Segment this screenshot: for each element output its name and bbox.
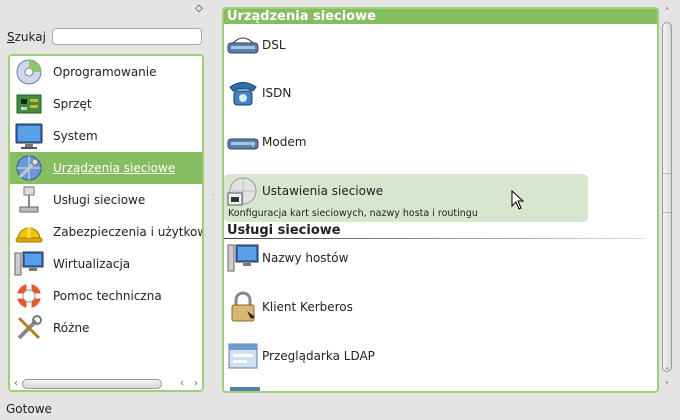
- scroll-grip: [663, 173, 671, 213]
- modem-icon: [227, 126, 259, 158]
- ldap-browser-icon: [227, 340, 259, 372]
- category-label: Pomoc techniczna: [53, 289, 162, 303]
- security-helmet-icon: [13, 217, 45, 247]
- category-label: Wirtualizacja: [53, 257, 131, 271]
- category-item-rozne[interactable]: Różne: [10, 312, 202, 344]
- category-list: Oprogramowanie Sprzęt System Urządzenia …: [8, 54, 204, 392]
- category-item-system[interactable]: System: [10, 120, 202, 152]
- module-label: Nazwy hostów: [262, 251, 349, 265]
- module-list: Urządzenia sieciowe DSL ISDN Modem Ustaw…: [222, 7, 659, 393]
- category-item-uslugi-sieciowe[interactable]: Usługi sieciowe: [10, 184, 202, 216]
- module-item-przegladarka-ldap[interactable]: Przeglądarka LDAP: [227, 332, 587, 380]
- category-item-zabezpieczenia[interactable]: Zabezpieczenia i użytkow: [10, 216, 202, 248]
- virtualization-icon: [13, 249, 45, 279]
- software-disc-icon: [13, 57, 45, 87]
- module-item-nazwy-hostow[interactable]: Nazwy hostów: [227, 234, 587, 282]
- monitor-icon: [13, 121, 45, 151]
- scroll-up-icon[interactable]: ˄: [661, 367, 673, 379]
- scroll-right-icon[interactable]: ›: [190, 378, 202, 390]
- module-item-dsl[interactable]: DSL: [227, 21, 587, 69]
- scroll-thumb[interactable]: [22, 379, 162, 389]
- category-label: Sprzęt: [53, 97, 92, 111]
- module-item-klient-kerberos[interactable]: Klient Kerberos: [227, 283, 587, 331]
- category-label: System: [53, 129, 98, 143]
- search-label: Szukaj: [7, 30, 46, 44]
- scroll-up-icon[interactable]: ˄: [661, 7, 673, 19]
- mouse-cursor-icon: [511, 189, 525, 210]
- tools-icon: [13, 313, 45, 343]
- scroll-left-icon[interactable]: ‹: [176, 378, 188, 390]
- next-item-icon-partial: [230, 387, 260, 391]
- category-item-oprogramowanie[interactable]: Oprogramowanie: [10, 56, 202, 88]
- category-label: Różne: [53, 321, 90, 335]
- category-item-pomoc-techniczna[interactable]: Pomoc techniczna: [10, 280, 202, 312]
- network-services-icon: [13, 185, 45, 215]
- module-label: ISDN: [262, 86, 292, 100]
- status-bar-text: Gotowe: [6, 402, 52, 416]
- kerberos-lock-icon: [227, 291, 259, 323]
- panel-toggle-icon[interactable]: ◇: [193, 3, 205, 15]
- search-label-rest: zukaj: [14, 30, 46, 44]
- network-globe-icon: [13, 153, 45, 183]
- dsl-modem-icon: [227, 29, 259, 61]
- category-label: Usługi sieciowe: [53, 193, 146, 207]
- lifebuoy-icon: [13, 281, 45, 311]
- network-settings-icon: [227, 175, 259, 207]
- hardware-board-icon: [13, 89, 45, 119]
- category-label: Oprogramowanie: [53, 65, 157, 79]
- category-item-wirtualizacja[interactable]: Wirtualizacja: [10, 248, 202, 280]
- module-label: Przeglądarka LDAP: [262, 349, 375, 363]
- module-label: Modem: [262, 135, 307, 149]
- module-label: Klient Kerberos: [262, 300, 353, 314]
- search-label-mnemonic: S: [7, 30, 15, 44]
- category-item-sprzet[interactable]: Sprzęt: [10, 88, 202, 120]
- scroll-track[interactable]: [22, 379, 184, 389]
- module-label: DSL: [262, 38, 286, 52]
- module-description: Konfiguracja kart sieciowych, nazwy host…: [228, 208, 478, 219]
- category-label: Urządzenia sieciowe: [53, 161, 176, 175]
- module-label: Ustawienia sieciowe: [262, 184, 384, 198]
- isdn-phone-icon: [227, 77, 259, 109]
- scroll-down-icon[interactable]: ˅: [661, 381, 673, 393]
- module-item-isdn[interactable]: ISDN: [227, 69, 587, 117]
- category-horizontal-scrollbar[interactable]: ‹ ‹ ›: [10, 378, 202, 390]
- module-item-modem[interactable]: Modem: [227, 118, 587, 166]
- category-item-urzadzenia-sieciowe[interactable]: Urządzenia sieciowe: [10, 152, 202, 184]
- module-vertical-scrollbar[interactable]: ˄ ˄ ˅: [661, 7, 673, 393]
- panel-splitter-handle[interactable]: · · ·: [212, 192, 216, 208]
- search-input[interactable]: [52, 28, 202, 45]
- category-label: Zabezpieczenia i użytkow: [53, 225, 202, 239]
- scroll-left-icon[interactable]: ‹: [10, 378, 22, 390]
- scroll-thumb[interactable]: [662, 22, 672, 372]
- hostnames-icon: [227, 242, 259, 274]
